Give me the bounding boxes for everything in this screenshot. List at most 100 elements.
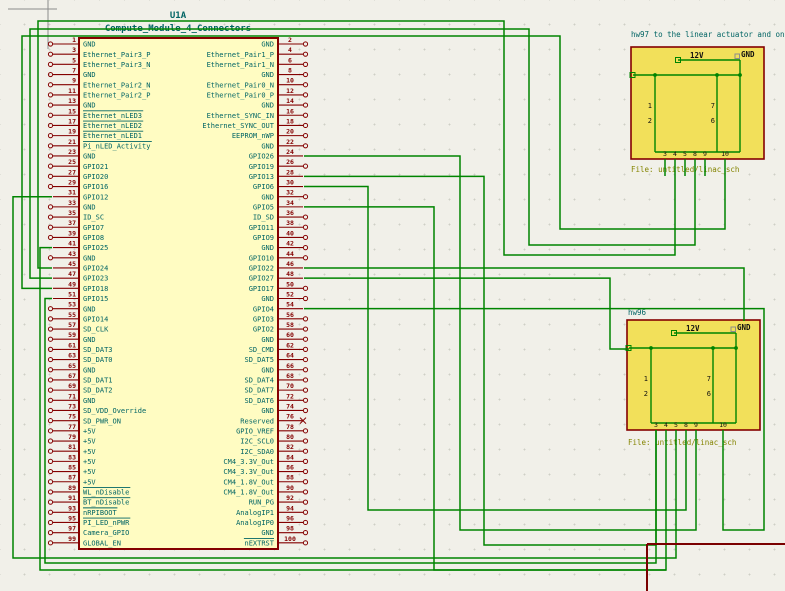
pin-text: 73 (68, 402, 76, 410)
pin-text: GPIO14 (83, 315, 108, 323)
pin-text: AnalogIP0 (236, 519, 274, 527)
pin-text: SD_DAT0 (83, 356, 113, 364)
pin-text: 12V (690, 51, 704, 60)
pin-text: I2C_SDA0 (240, 448, 274, 456)
pin-text: 54 (286, 301, 294, 309)
wire[interactable] (304, 267, 745, 321)
pin-text: 16 (286, 107, 294, 115)
pin-text: CM4_1.8V_Out (223, 489, 274, 497)
pin-text: 14 (286, 97, 294, 105)
pin-text: 7 (711, 102, 715, 110)
pin-text: 86 (286, 464, 294, 472)
pin-text: 78 (286, 423, 294, 431)
pin-text: 83 (68, 453, 76, 461)
pin-text: 32 (286, 189, 294, 197)
pin-text: ID_SD (253, 214, 274, 222)
pin-text: 10 (721, 150, 729, 158)
pin-text: 9 (694, 421, 698, 429)
pin-text: 56 (286, 311, 294, 319)
pin-text: 21 (68, 138, 76, 146)
pin-text: Ethernet_Pair0_N (207, 81, 274, 89)
pin-text: Reserved (240, 417, 274, 425)
pin-text: 71 (68, 392, 76, 400)
pin-text: 69 (68, 382, 76, 390)
pin-text: 90 (286, 484, 294, 492)
pin-text: 33 (68, 199, 76, 207)
pin-text: GND (737, 323, 751, 332)
pin-text: GPIO3 (253, 315, 274, 323)
pin-text: 2 (288, 36, 292, 44)
pin-text: Ethernet_Pair0_P (207, 92, 274, 100)
pin-text: 38 (286, 219, 294, 227)
pin-text: GND (83, 336, 96, 344)
pin-text: 8 (684, 421, 688, 429)
pin-text: 100 (284, 535, 296, 543)
pin-text: 75 (68, 413, 76, 421)
sheet-hw97-name: hw97 to the linear actuator and one mo (631, 30, 785, 39)
pin-text: Ethernet_Pair1_P (207, 51, 274, 59)
pin-text: GPIO15 (83, 295, 108, 303)
pin-text: 91 (68, 494, 76, 502)
pin-text: +5V (83, 468, 96, 476)
pin-text: 55 (68, 311, 76, 319)
pin-text: 42 (286, 240, 294, 248)
pin-text: GND (83, 397, 96, 405)
pin-text: 12V (686, 324, 700, 333)
pin-text: 82 (286, 443, 294, 451)
pin-text: SD_DAT1 (83, 377, 113, 385)
pin-text: GPIO26 (249, 153, 274, 161)
pin-text: 50 (286, 280, 294, 288)
pin-text: 47 (68, 270, 76, 278)
pin-text: GPIO21 (83, 163, 108, 171)
wire[interactable] (304, 206, 666, 571)
pin-text: GPIO25 (83, 244, 108, 252)
pin-text: GLOBAL_EN (83, 539, 121, 547)
pin-text: 92 (286, 494, 294, 502)
pin-text: 35 (68, 209, 76, 217)
pin-text: 26 (286, 158, 294, 166)
pin-text: +5V (83, 458, 96, 466)
pin-text: GPIO18 (83, 285, 108, 293)
pin-text: 46 (286, 260, 294, 268)
pin-text: 95 (68, 514, 76, 522)
pin-text: 97 (68, 525, 76, 533)
pin-text: 74 (286, 402, 294, 410)
pin-text: CM4_3.3V_Out (223, 458, 274, 466)
pin-text: AnalogIP1 (236, 509, 274, 517)
pin-text: 5 (72, 56, 76, 64)
pin-text: 4 (673, 150, 677, 158)
pin-text: 77 (68, 423, 76, 431)
pin-text: Camera_GPIO (83, 529, 129, 537)
pin-text: 34 (286, 199, 294, 207)
wire[interactable] (304, 175, 657, 546)
pin-text: 2 (648, 117, 652, 125)
pin-text: GND (261, 407, 274, 415)
pin-text: GPIO5 (253, 203, 274, 211)
pin-text: GPIO_VREF (236, 427, 274, 435)
pin-text: GND (741, 50, 755, 59)
schematic-canvas[interactable]: 1 GND 3 Ethernet_Pair3_P 5 Ethernet_Pair3_N 7 G… (0, 0, 785, 591)
pin-text: GPIO27 (249, 275, 274, 283)
pin-text: 66 (286, 362, 294, 370)
pin-text: GND (83, 305, 96, 313)
component-reference: U1A (170, 11, 187, 21)
wire[interactable] (304, 277, 629, 350)
pin-text: 85 (68, 464, 76, 472)
pin-text: 79 (68, 433, 76, 441)
pin-text: 43 (68, 250, 76, 258)
pin-text: EEPROM_nWP (232, 132, 274, 140)
pin-text: 93 (68, 504, 76, 512)
pin-text: Ethernet_SYNC_OUT (202, 122, 274, 130)
pin-text: 87 (68, 474, 76, 482)
pin-text: 10 (719, 421, 727, 429)
pin-text: +5V (83, 438, 96, 446)
pin-text: 10 (286, 77, 294, 85)
pin-text: GND (83, 203, 96, 211)
pin-text: SD_DAT7 (244, 387, 274, 395)
pin-text: 81 (68, 443, 76, 451)
pin-text: 61 (68, 341, 76, 349)
pin-text: 3 (72, 46, 76, 54)
pin-text: 24 (286, 148, 294, 156)
pin-text: 36 (286, 209, 294, 217)
pin-text: PI_LED_nPWR (83, 519, 130, 527)
